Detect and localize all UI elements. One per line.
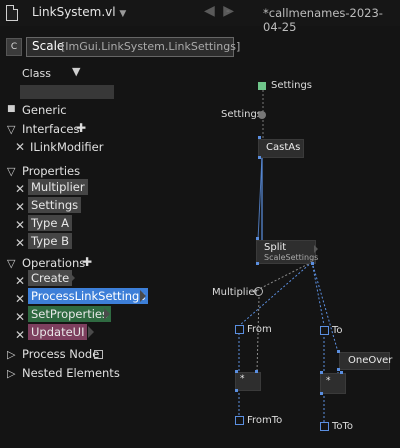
castas-pin-icon[interactable] — [258, 156, 261, 159]
multiplier-label: Multiplier — [212, 287, 259, 298]
multiply-pin-icon[interactable] — [320, 371, 323, 374]
multiply-node[interactable]: * — [235, 372, 261, 391]
split-expand-icon[interactable] — [314, 245, 318, 253]
split-node-type: ScaleSettings — [264, 253, 319, 262]
settings-pad-label: Settings — [271, 80, 313, 91]
split-pin-icon[interactable] — [256, 262, 259, 265]
multiply-node-label: * — [240, 374, 245, 384]
castas-node[interactable]: CastAs — [258, 139, 304, 158]
input-pad-icon[interactable] — [258, 82, 266, 90]
castas-pin-icon[interactable] — [258, 136, 261, 139]
fromto-label: FromTo — [247, 415, 283, 426]
fromto-pad-icon[interactable] — [235, 416, 244, 425]
split-pin-icon[interactable] — [311, 262, 314, 265]
oneover-node-label: OneOver — [348, 355, 393, 366]
multiply-pin-icon[interactable] — [340, 371, 343, 374]
settings-input-label: Settings — [221, 109, 263, 120]
multiplier-pin-icon[interactable] — [254, 287, 263, 296]
split-node[interactable]: Split ScaleSettings — [256, 240, 319, 264]
settings-input-pin-icon[interactable] — [258, 111, 266, 119]
toto-label: ToTo — [332, 421, 354, 432]
toto-pad-icon[interactable] — [320, 422, 329, 431]
to-pad-icon[interactable] — [320, 326, 329, 335]
multiply-pin-icon[interactable] — [320, 392, 323, 395]
oneover-pin-icon[interactable] — [337, 350, 340, 353]
multiply-pin-icon[interactable] — [255, 370, 258, 373]
multiply-node-label: * — [326, 376, 331, 386]
from-label: From — [247, 324, 272, 335]
oneover-node[interactable]: OneOver — [339, 352, 393, 370]
split-node-label: Split — [264, 242, 287, 253]
from-pad-icon[interactable] — [235, 325, 244, 334]
multiply-node[interactable]: * — [320, 373, 346, 394]
to-label: To — [332, 325, 343, 336]
multiply-pin-icon[interactable] — [235, 389, 238, 392]
multiply-pin-icon[interactable] — [235, 370, 238, 373]
castas-node-label: CastAs — [266, 142, 301, 153]
split-pin-icon[interactable] — [256, 237, 259, 240]
